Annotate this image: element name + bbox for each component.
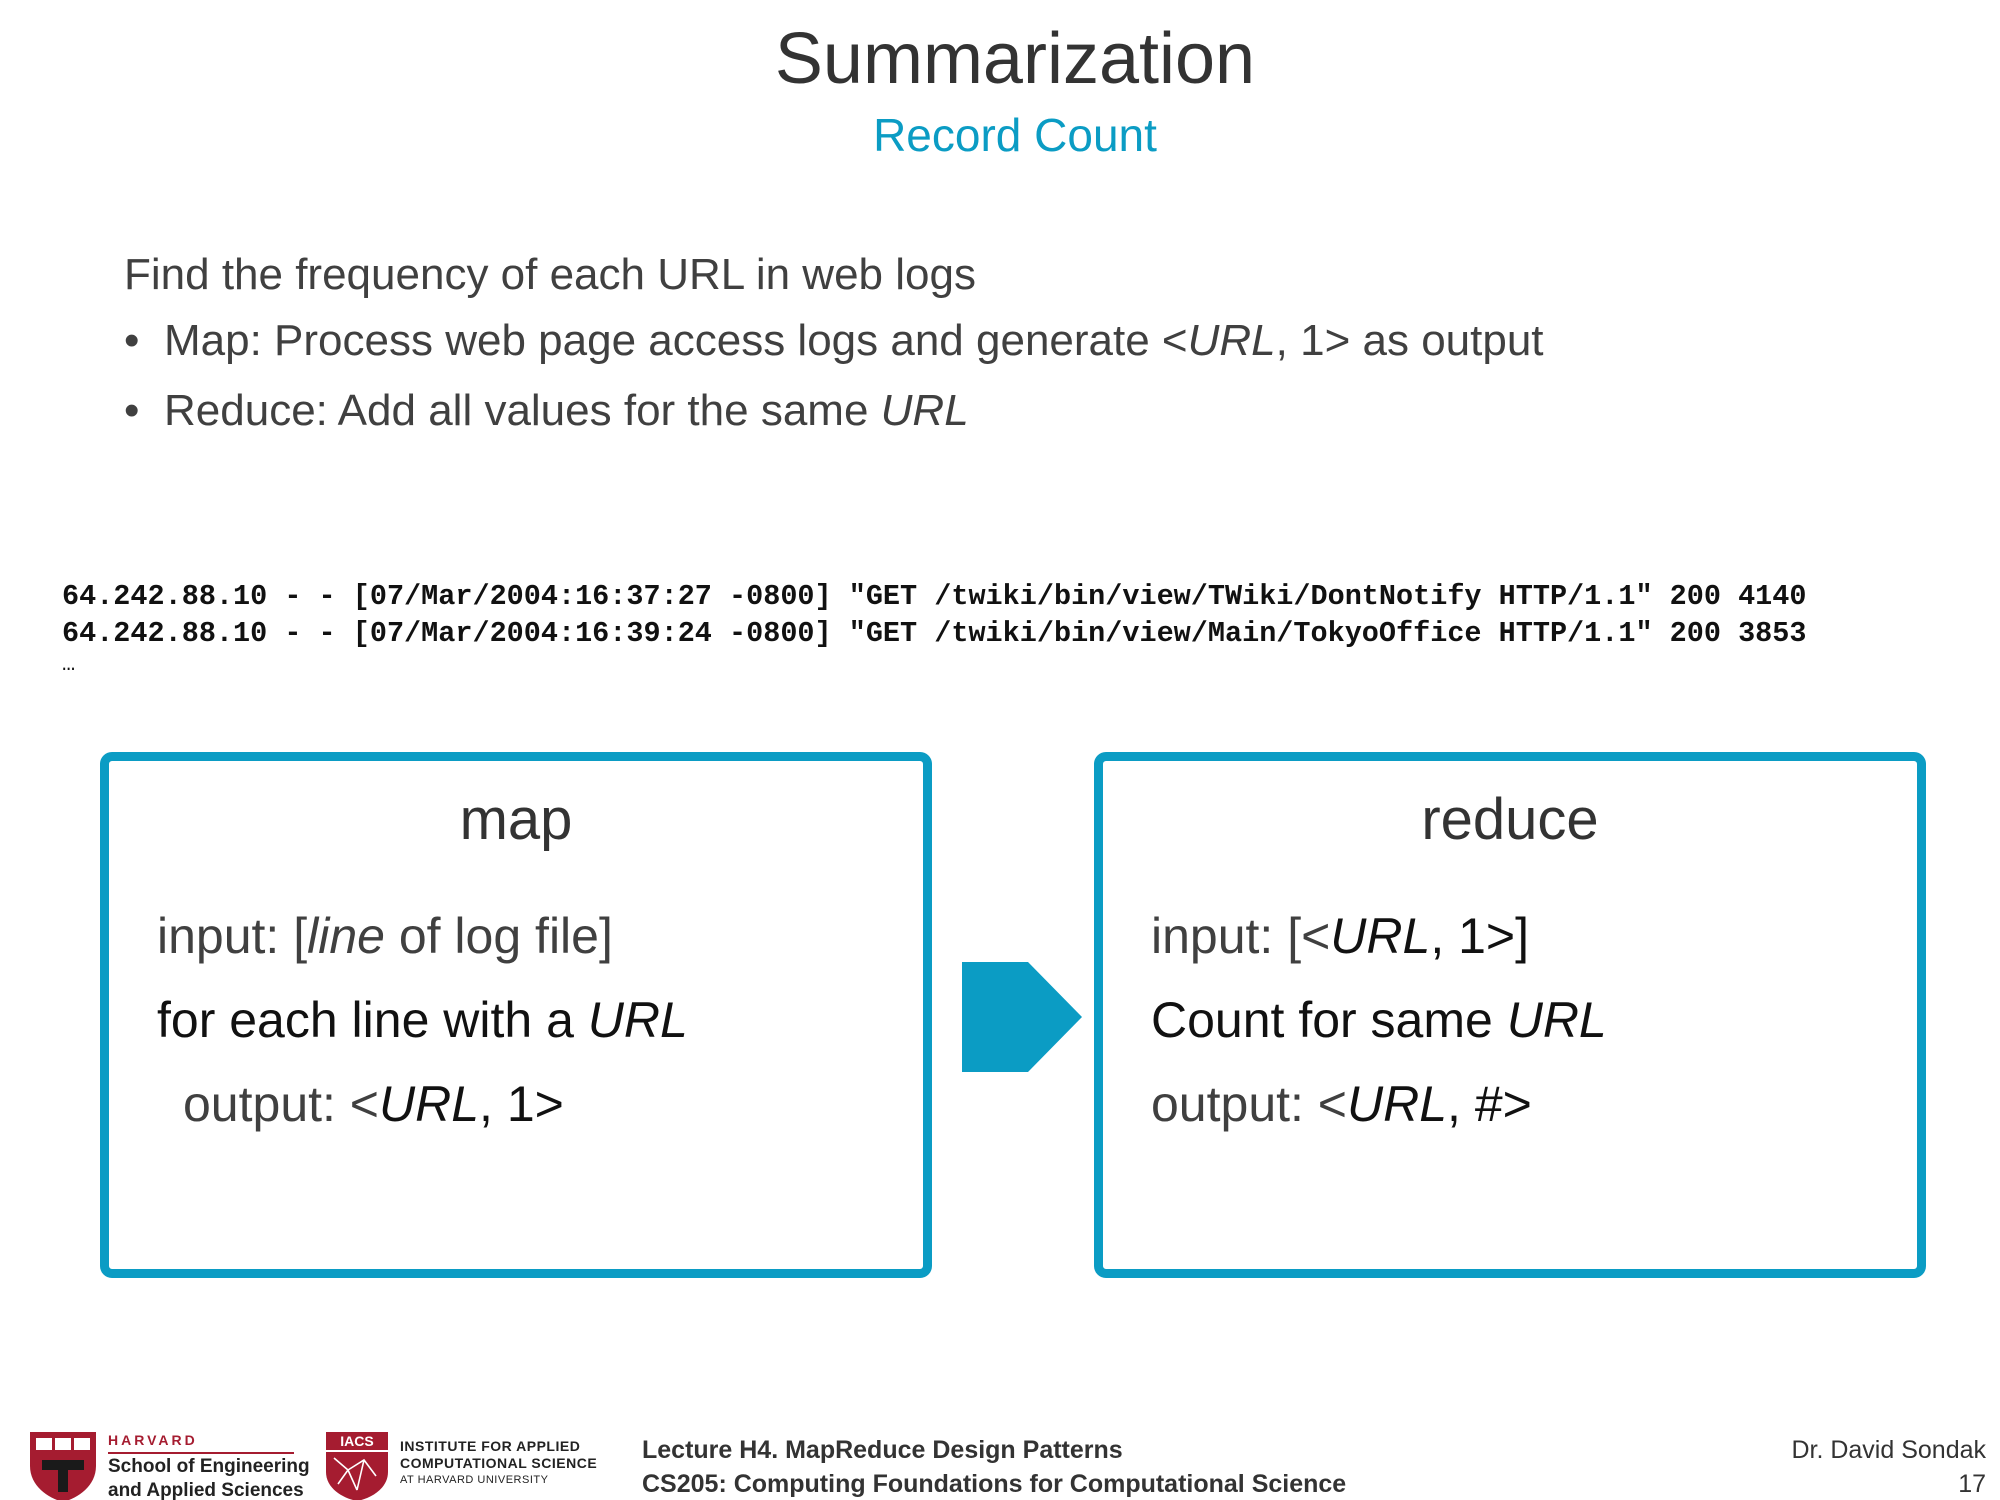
reduce-output-suffix: , #>: [1447, 1076, 1532, 1132]
bullet-italic: URL: [1187, 316, 1276, 365]
slide: Summarization Record Count Find the freq…: [0, 0, 2000, 1500]
map-input-italic: line: [307, 908, 385, 964]
map-output-line: output: <URL, 1>: [183, 1075, 564, 1133]
map-loop-line: for each line with a URL: [157, 991, 688, 1049]
harvard-shield-icon: [30, 1432, 96, 1500]
map-heading: map: [459, 787, 573, 852]
harvard-word: HARVARD: [108, 1432, 198, 1448]
intro-text: Find the frequency of each URL in web lo…: [124, 250, 976, 299]
iacs-wordmark: INSTITUTE FOR APPLIED COMPUTATIONAL SCIE…: [400, 1438, 597, 1489]
reduce-count-italic: URL: [1506, 992, 1607, 1048]
reduce-input-line: input: [<URL, 1>]: [1151, 907, 1529, 965]
footer-course: CS205: Computing Foundations for Computa…: [642, 1470, 1347, 1498]
iacs-line-3: AT HARVARD UNIVERSITY: [400, 1474, 549, 1486]
bullet-text-after: , 1> as output: [1275, 316, 1544, 365]
map-input-line: input: [line of log file]: [157, 907, 613, 965]
reduce-output-italic: URL: [1347, 1076, 1448, 1132]
iacs-badge: IACS: [340, 1433, 373, 1449]
map-loop-italic: URL: [587, 992, 688, 1048]
reduce-output-prefix: output: <: [1151, 1076, 1347, 1132]
footer-lecture: Lecture H4. MapReduce Design Patterns: [642, 1436, 1123, 1464]
bullet-italic: URL: [880, 386, 969, 435]
bullet-text: Reduce: Add all values for the same: [164, 386, 881, 435]
log-excerpt: 64.242.88.10 - - [07/Mar/2004:16:37:27 -…: [62, 578, 1806, 678]
iacs-line-2: COMPUTATIONAL SCIENCE: [400, 1455, 598, 1471]
footer-author-info: Dr. David Sondak 17: [1791, 1433, 1986, 1500]
log-line: 64.242.88.10 - - [07/Mar/2004:16:37:27 -…: [62, 580, 1807, 613]
reduce-count-prefix: Count for same: [1151, 992, 1507, 1048]
map-output-italic: URL: [379, 1076, 480, 1132]
bullet-marker: •: [124, 316, 140, 365]
slide-subtitle: Record Count: [873, 109, 1157, 161]
map-output-suffix: , 1>: [479, 1076, 564, 1132]
reduce-input-italic: URL: [1330, 908, 1431, 964]
log-ellipsis: …: [62, 652, 76, 677]
bullet-text: Map: Process web page access logs and ge…: [164, 316, 1188, 365]
reduce-count-line: Count for same URL: [1151, 991, 1607, 1049]
bullet-list: • Map: Process web page access logs and …: [124, 316, 1544, 456]
bullet-item-map: • Map: Process web page access logs and …: [124, 316, 1544, 386]
reduce-heading: reduce: [1421, 787, 1599, 852]
map-output-prefix: output: <: [183, 1076, 379, 1132]
harvard-school-line-2: and Applied Sciences: [108, 1480, 304, 1500]
map-input-suffix: of log file]: [384, 908, 613, 964]
footer-author: Dr. David Sondak: [1791, 1436, 1986, 1464]
reduce-box: reduce input: [<URL, 1>] Count for same …: [1094, 752, 1926, 1278]
footer-course-info: Lecture H4. MapReduce Design Patterns CS…: [642, 1433, 1346, 1500]
reduce-input-suffix: , 1>]: [1430, 908, 1530, 964]
iacs-line-1: INSTITUTE FOR APPLIED: [400, 1438, 581, 1454]
harvard-school-line-1: School of Engineering: [108, 1456, 310, 1477]
reduce-output-line: output: <URL, #>: [1151, 1075, 1532, 1133]
bullet-marker: •: [124, 386, 140, 435]
page-number: 17: [1958, 1470, 1986, 1498]
bullet-item-reduce: • Reduce: Add all values for the same UR…: [124, 386, 1544, 456]
map-box: map input: [line of log file] for each l…: [100, 752, 932, 1278]
slide-title: Summarization: [774, 19, 1256, 99]
reduce-input-prefix: input: [<: [1151, 908, 1331, 964]
log-line: 64.242.88.10 - - [07/Mar/2004:16:39:24 -…: [62, 617, 1807, 650]
iacs-shield-icon: IACS: [326, 1432, 388, 1500]
chevron-arrow-right-icon: [962, 962, 1082, 1072]
map-input-prefix: input: [: [157, 908, 308, 964]
harvard-seas-wordmark: HARVARD School of Engineering and Applie…: [108, 1432, 310, 1500]
map-loop-prefix: for each line with a: [157, 992, 588, 1048]
